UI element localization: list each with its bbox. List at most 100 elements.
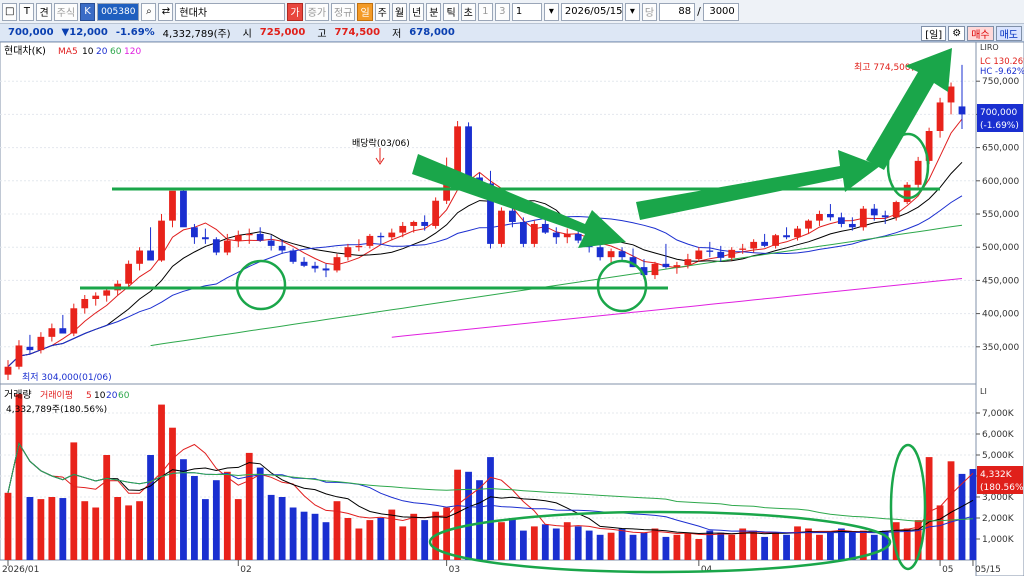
- x-tick-label: 05: [942, 565, 953, 575]
- sell-button[interactable]: 매도: [995, 25, 1022, 41]
- low-label: 저: [392, 29, 402, 40]
- gear-icon[interactable]: ⚙: [948, 25, 966, 41]
- volume-tick-label: 6,000K: [982, 430, 1015, 440]
- candle-body: [136, 250, 143, 264]
- candle-body: [706, 250, 714, 252]
- volume-bar: [289, 507, 297, 560]
- volume-bar: [48, 497, 56, 560]
- candle: [465, 122, 472, 181]
- volume-bar: [870, 534, 878, 560]
- last-volume-value: 4,332K: [980, 470, 1013, 480]
- candle: [158, 214, 165, 262]
- candle: [289, 248, 297, 264]
- chevron-down-icon[interactable]: ▾: [543, 2, 559, 21]
- volume-bar: [147, 455, 154, 560]
- candle: [125, 260, 133, 288]
- swap-icon[interactable]: ⇄: [158, 2, 174, 21]
- price-axis-header: LIRO: [980, 43, 999, 52]
- volume-bar: [541, 524, 549, 560]
- count-input[interactable]: 88: [659, 2, 696, 21]
- candle-body: [92, 295, 100, 299]
- volume-bar: [410, 513, 418, 560]
- date-dropdown-icon[interactable]: ▾: [624, 2, 640, 21]
- buy-button[interactable]: 매수: [967, 25, 994, 41]
- market-button[interactable]: K: [80, 2, 96, 21]
- candle-body: [4, 366, 12, 375]
- period-month-button[interactable]: 월: [391, 2, 408, 21]
- ga-button[interactable]: 가: [287, 2, 303, 21]
- candle-body: [81, 298, 89, 309]
- regular-session-button[interactable]: 정규: [331, 2, 356, 21]
- candle-body: [848, 223, 856, 228]
- x-tick-label: 05/15: [975, 565, 1001, 575]
- price-tick-label: 650,000: [982, 144, 1019, 154]
- volume-bar: [805, 528, 812, 560]
- period-tick-button[interactable]: 틱: [443, 2, 459, 21]
- search-icon[interactable]: ⌕: [141, 2, 157, 21]
- lc-label: LC 130.26%: [980, 57, 1024, 67]
- volume-bar: [596, 534, 604, 560]
- price-panel-title: 현대차(K): [4, 45, 46, 57]
- candle-body: [739, 248, 747, 250]
- volume-bar: [125, 505, 133, 560]
- volume-bar: [487, 457, 494, 560]
- candle-body: [201, 237, 209, 240]
- volume-bar: [333, 501, 341, 560]
- daily-toggle-button[interactable]: [일]: [921, 25, 947, 41]
- candle-body: [519, 221, 527, 244]
- period-week-button[interactable]: 주: [374, 2, 390, 21]
- interval-3-button[interactable]: 3: [494, 2, 510, 21]
- period-minute-button[interactable]: 분: [426, 2, 442, 21]
- candle-body: [377, 235, 385, 238]
- period-year-button[interactable]: 년: [409, 2, 425, 21]
- volume-bar: [234, 499, 242, 560]
- price-change-pct: -1.69%: [115, 27, 155, 38]
- candle-body: [432, 200, 440, 226]
- dividend-annotation: 배당락(03/06): [352, 137, 410, 149]
- candle-body: [103, 290, 111, 296]
- today-button[interactable]: 당: [641, 2, 658, 21]
- volume-bar: [969, 469, 977, 560]
- candle-body: [410, 221, 418, 226]
- volume-axis-header: LI: [980, 387, 987, 396]
- candle-body: [366, 235, 374, 246]
- volume-bar: [903, 528, 911, 560]
- text-button[interactable]: T: [19, 2, 35, 21]
- slash-divider: /: [697, 5, 701, 18]
- stock-type-button[interactable]: 주식: [53, 2, 79, 21]
- date-field[interactable]: 2026/05/15: [560, 2, 623, 21]
- stock-name-field[interactable]: 현대차: [175, 2, 286, 21]
- candle-body: [794, 228, 801, 238]
- candle-body: [914, 160, 922, 185]
- interval-select[interactable]: 1: [511, 2, 542, 21]
- x-tick-label: 2026/01: [2, 565, 39, 575]
- interval-1-button[interactable]: 1: [477, 2, 493, 21]
- volume-bar: [750, 530, 758, 560]
- candle-body: [717, 251, 725, 258]
- candle-body: [728, 249, 736, 258]
- candle-body: [223, 240, 231, 253]
- candle-body: [816, 214, 823, 221]
- stock-code-input[interactable]: 005380: [97, 2, 140, 21]
- candle-body: [903, 184, 911, 203]
- price-tick-label: 550,000: [982, 210, 1019, 220]
- period-day-button[interactable]: 일: [357, 2, 373, 21]
- candle: [914, 156, 922, 188]
- volume-bar: [827, 532, 834, 560]
- jeungga-button[interactable]: 증가: [304, 2, 330, 21]
- volume-bar: [399, 526, 407, 560]
- low-annotation: 최저 304,000(01/06): [22, 372, 112, 383]
- volume-bar: [761, 536, 769, 560]
- stock-chart[interactable]: 350,000 400,000 450,000 500,000 550,000 600,0…: [0, 42, 1024, 576]
- view-button[interactable]: 견: [36, 2, 52, 21]
- candle: [498, 207, 505, 248]
- volume-bar: [322, 522, 330, 560]
- volume-bar: [695, 539, 703, 560]
- candle-body: [191, 227, 198, 238]
- period-second-button[interactable]: 초: [460, 2, 476, 21]
- candle-body: [421, 221, 429, 226]
- layout-button[interactable]: □: [2, 2, 18, 21]
- price-legend: 현대차(K) MA 5 10 20 60 120: [4, 45, 141, 57]
- volume-bar: [454, 469, 461, 560]
- price-tick-label: 350,000: [982, 343, 1019, 353]
